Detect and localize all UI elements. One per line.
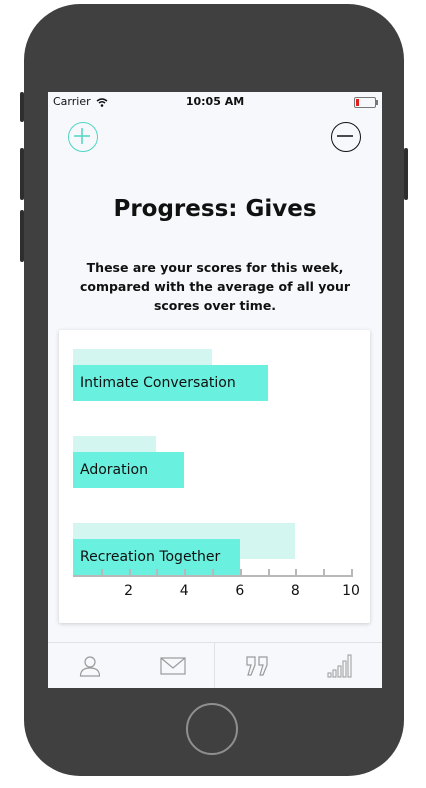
tab-messages[interactable] (131, 643, 214, 688)
x-axis-tick (351, 569, 353, 577)
x-axis-tick (128, 569, 131, 577)
page-subtitle: These are your scores for this week, com… (79, 260, 351, 313)
bar-chart-icon (327, 654, 351, 678)
tab-quotes[interactable] (215, 643, 298, 688)
x-axis-tick (156, 569, 159, 577)
bar-label-0: Intimate Conversation (80, 375, 236, 391)
scores-chart: Intimate Conversation Adoration Recreati… (59, 330, 370, 623)
tab-progress[interactable] (298, 643, 381, 688)
mail-icon (159, 657, 186, 675)
x-axis-tick-label: 10 (342, 583, 360, 599)
status-time: 10:05 AM (185, 95, 245, 108)
x-axis-tick (295, 569, 298, 577)
x-axis-tick-label: 8 (290, 583, 300, 599)
volume-up-button (20, 148, 24, 200)
plus-circle-icon (73, 127, 90, 144)
app-screen: Carrier 10:05 AM Progress: Gives These a… (48, 92, 382, 688)
battery-icon (354, 97, 378, 108)
minus-circle-icon (336, 134, 353, 137)
x-axis-tick-label: 4 (179, 583, 189, 599)
x-axis-tick-label: 6 (235, 583, 245, 599)
x-axis-tick (184, 569, 187, 577)
power-button (404, 148, 408, 200)
x-axis-tick (212, 569, 214, 577)
x-axis-tick-label: 2 (124, 583, 134, 599)
x-axis-tick (267, 569, 270, 577)
home-button[interactable] (186, 703, 238, 755)
x-axis-tick (239, 569, 242, 577)
add-button[interactable] (68, 122, 98, 152)
x-axis-tick (323, 569, 326, 577)
bar-label-2: Recreation Together (80, 549, 221, 565)
page-title: Progress: Gives (113, 196, 317, 222)
tab-bar (48, 642, 382, 688)
quote-icon (245, 656, 268, 676)
x-axis-tick (100, 569, 103, 577)
tab-profile[interactable] (48, 643, 131, 688)
person-icon (79, 656, 100, 677)
bar-label-1: Adoration (80, 462, 148, 478)
status-bar: Carrier 10:05 AM (48, 92, 382, 112)
volume-down-button (20, 210, 24, 262)
mute-switch (20, 92, 24, 122)
remove-button[interactable] (331, 122, 361, 152)
